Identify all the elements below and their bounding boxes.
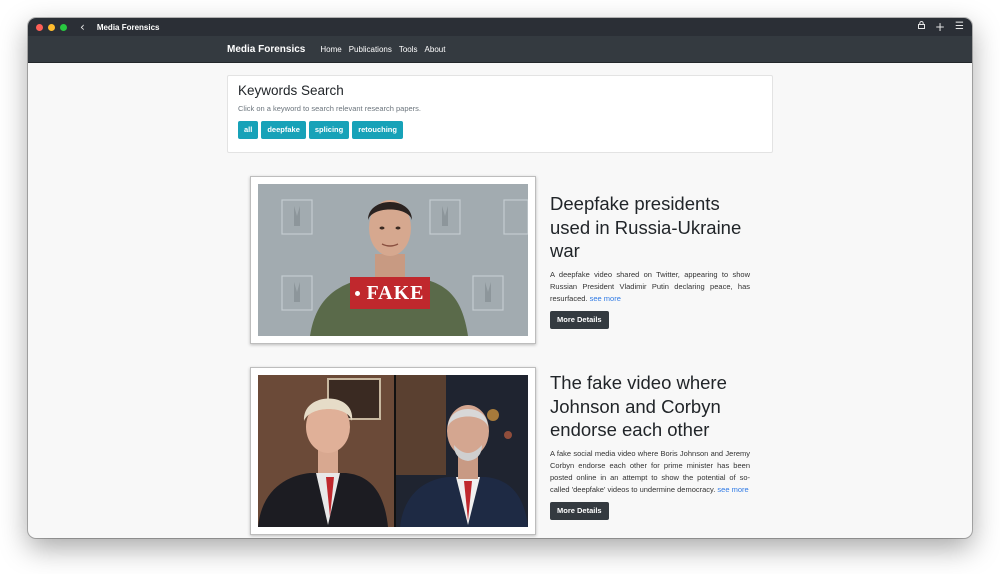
fake-badge-dot	[355, 290, 361, 296]
article-title[interactable]: Deepfake presidents used in Russia-Ukrai…	[550, 192, 750, 263]
page-content: Keywords Search Click on a keyword to se…	[28, 63, 972, 538]
tag-retouching[interactable]: retouching	[352, 121, 403, 139]
back-arrow-icon[interactable]: ‹	[80, 18, 85, 36]
article-description: A fake social media video where Boris Jo…	[550, 448, 750, 496]
see-more-link[interactable]: see more	[590, 294, 621, 303]
close-window-button[interactable]	[36, 23, 43, 31]
menu-icon[interactable]: ☰	[955, 18, 964, 36]
minimize-window-button[interactable]	[48, 23, 55, 31]
article-title[interactable]: The fake video where Johnson and Corbyn …	[550, 371, 750, 442]
keywords-search-card: Keywords Search Click on a keyword to se…	[227, 75, 773, 153]
article-thumbnail	[258, 375, 528, 527]
toolbar-right: + ☰	[917, 18, 964, 36]
lock-icon[interactable]	[917, 18, 925, 36]
article-text: Deepfake presidents used in Russia-Ukrai…	[550, 176, 750, 329]
keyword-tags: all deepfake splicing retouching	[238, 121, 762, 139]
site-navbar: Media Forensics Home Publications Tools …	[28, 36, 972, 63]
see-more-link[interactable]: see more	[717, 485, 748, 494]
article-thumbnail-frame[interactable]	[250, 367, 536, 535]
article-thumbnail-frame[interactable]: FAKE	[250, 176, 536, 344]
nav-link-tools[interactable]: Tools	[399, 45, 418, 54]
more-details-button[interactable]: More Details	[550, 501, 609, 520]
nav-link-about[interactable]: About	[425, 45, 446, 54]
tag-splicing[interactable]: splicing	[308, 121, 350, 139]
window-controls	[36, 23, 67, 31]
title-bar: ‹ Media Forensics + ☰	[28, 18, 972, 36]
nav-link-publications[interactable]: Publications	[349, 45, 392, 54]
tag-deepfake[interactable]: deepfake	[261, 121, 306, 139]
tag-all[interactable]: all	[238, 121, 259, 139]
more-details-button[interactable]: More Details	[550, 310, 609, 329]
browser-window: ‹ Media Forensics + ☰ Media Forensics Ho…	[28, 18, 972, 538]
fake-badge: FAKE	[350, 277, 430, 309]
search-subtitle: Click on a keyword to search relevant re…	[238, 104, 422, 113]
article-description: A deepfake video shared on Twitter, appe…	[550, 269, 750, 305]
fake-badge-text: FAKE	[366, 281, 425, 304]
window-title: Media Forensics	[96, 22, 160, 32]
zoom-window-button[interactable]	[60, 23, 67, 31]
article-description-text: A deepfake video shared on Twitter, appe…	[550, 269, 750, 303]
site-brand[interactable]: Media Forensics	[227, 44, 305, 55]
nav-link-home[interactable]: Home	[320, 45, 341, 54]
new-tab-icon[interactable]: +	[935, 18, 945, 36]
search-title: Keywords Search	[238, 83, 344, 98]
article-thumbnail: FAKE	[258, 184, 528, 336]
article-text: The fake video where Johnson and Corbyn …	[550, 367, 750, 520]
